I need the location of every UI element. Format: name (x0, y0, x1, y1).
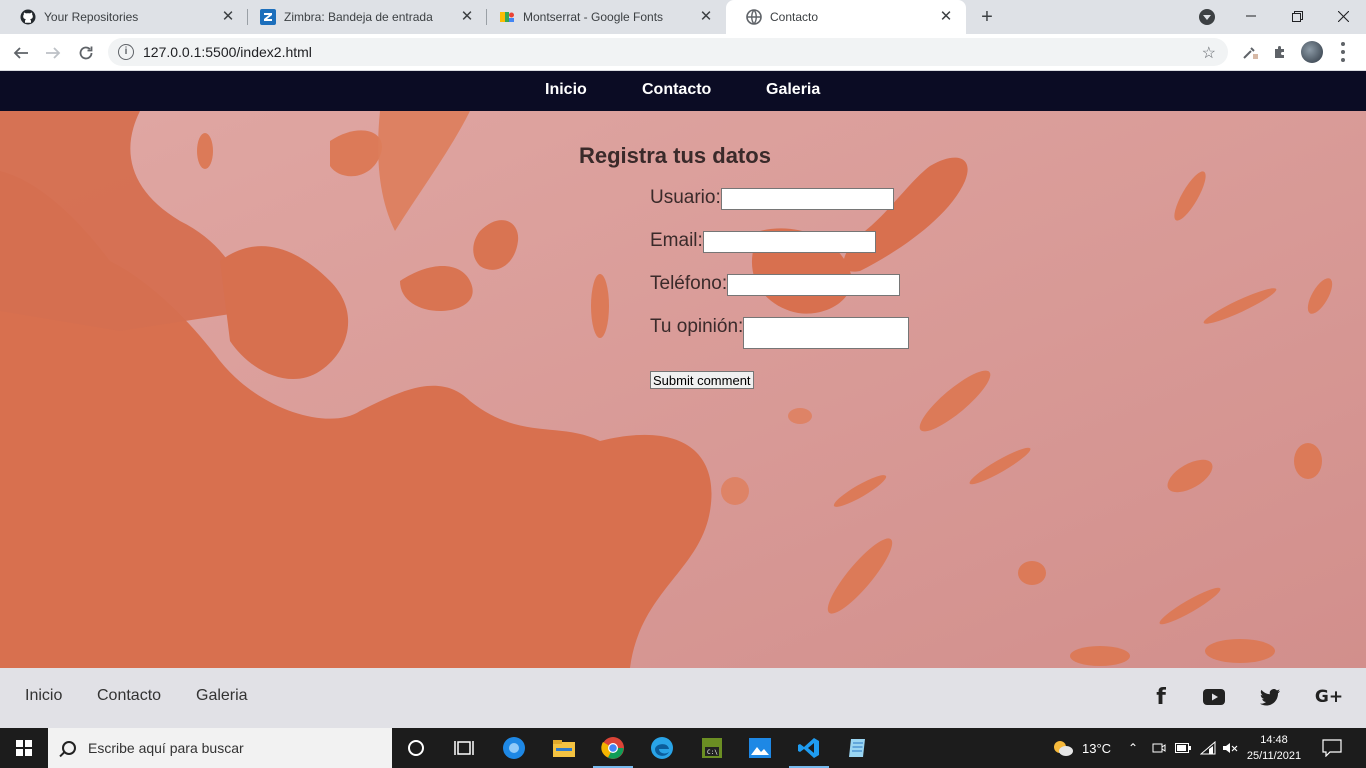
arrow-left-icon (13, 47, 28, 59)
back-button[interactable] (8, 40, 34, 66)
youtube-icon[interactable] (1202, 686, 1226, 708)
wifi-icon[interactable] (1200, 728, 1216, 768)
taskbar-search[interactable]: Escribe aquí para buscar (48, 728, 392, 768)
tab-close-icon[interactable]: ✕ (938, 9, 954, 25)
new-tab-button[interactable]: + (975, 6, 999, 28)
telefono-input[interactable] (727, 274, 901, 296)
site-info-icon[interactable]: i (118, 44, 134, 60)
opinion-textarea[interactable] (743, 317, 910, 349)
edge-icon[interactable] (638, 728, 686, 768)
tab-close-icon[interactable]: ✕ (220, 9, 236, 25)
url-text: 127.0.0.1:5500/index2.html (143, 44, 312, 60)
forward-button[interactable] (40, 40, 66, 66)
facebook-icon[interactable]: f (1152, 685, 1170, 710)
terminal-icon[interactable]: C:\ (688, 728, 736, 768)
svg-text:C:\: C:\ (707, 749, 718, 756)
hero-background: Registra tus datos Usuario: Email: Teléf… (0, 111, 1366, 668)
extensions-puzzle-icon[interactable] (1270, 42, 1290, 62)
github-icon (20, 9, 36, 25)
page-footer: Inicio Contacto Galeria f G+ (0, 668, 1366, 728)
email-label: Email: (650, 230, 703, 251)
googleplus-icon[interactable]: G+ (1314, 686, 1344, 708)
form-title: Registra tus datos (579, 143, 771, 168)
submit-comment-button[interactable]: Submit comment (650, 371, 754, 389)
tab-search-icon[interactable] (1199, 9, 1215, 25)
start-button[interactable] (0, 728, 48, 768)
chevron-up-icon[interactable]: ⌃ (1128, 728, 1138, 768)
nav-link-galeria[interactable]: Galeria (766, 81, 820, 99)
tab-title: Montserrat - Google Fonts (523, 10, 664, 24)
eyedropper-extension-icon[interactable] (1240, 42, 1260, 62)
address-bar[interactable]: i 127.0.0.1:5500/index2.html ☆ (108, 38, 1228, 66)
usuario-label: Usuario: (650, 187, 721, 208)
telefono-row: Teléfono: (650, 273, 901, 296)
opinion-label: Tu opinión: (650, 316, 744, 337)
browser-menu-icon[interactable] (1340, 42, 1346, 62)
web-page: Inicio Contacto Galeria Registra tus dat… (0, 71, 1366, 728)
notifications-icon[interactable] (1322, 728, 1342, 768)
footer-link-inicio[interactable]: Inicio (25, 687, 62, 705)
clock-time: 14:48 (1260, 734, 1288, 746)
cortana-icon[interactable] (392, 728, 440, 768)
email-row: Email: (650, 230, 876, 253)
profile-avatar[interactable] (1301, 41, 1323, 63)
browser-toolbar: i 127.0.0.1:5500/index2.html ☆ (0, 34, 1366, 71)
windows-logo-icon (16, 740, 32, 756)
close-window-button[interactable] (1320, 0, 1366, 32)
task-view-icon[interactable] (440, 728, 488, 768)
footer-link-contacto[interactable]: Contacto (97, 687, 161, 705)
nav-link-contacto[interactable]: Contacto (642, 81, 711, 99)
email-input[interactable] (702, 231, 876, 253)
windows-taskbar: Escribe aquí para buscar C:\ 13°C ⌃ 14:4… (0, 728, 1366, 768)
globe-icon (746, 9, 762, 25)
tab-close-icon[interactable]: ✕ (698, 9, 714, 25)
tab-your-repositories[interactable]: Your Repositories ✕ (0, 0, 248, 34)
usuario-row: Usuario: (650, 187, 894, 210)
tab-title: Your Repositories (44, 10, 139, 24)
chrome-taskbar-icon[interactable] (589, 728, 637, 768)
volume-mute-icon[interactable] (1222, 728, 1238, 768)
tab-contacto[interactable]: Contacto ✕ (726, 0, 966, 34)
footer-link-galeria[interactable]: Galeria (196, 687, 248, 705)
search-placeholder: Escribe aquí para buscar (88, 740, 244, 756)
twitter-icon[interactable] (1258, 686, 1282, 708)
arrow-right-icon (46, 47, 61, 59)
photos-icon[interactable] (736, 728, 784, 768)
reload-icon (79, 46, 93, 60)
vscode-icon[interactable] (785, 728, 833, 768)
system-clock[interactable]: 14:48 25/11/2021 (1244, 732, 1304, 764)
top-navigation: Inicio Contacto Galeria (0, 71, 1366, 111)
tab-title: Zimbra: Bandeja de entrada (284, 10, 433, 24)
tab-title: Contacto (770, 10, 819, 24)
meet-now-icon[interactable] (1152, 728, 1166, 768)
tab-zimbra[interactable]: Zimbra: Bandeja de entrada ✕ (240, 0, 487, 34)
nav-link-inicio[interactable]: Inicio (545, 81, 587, 99)
clock-date: 25/11/2021 (1246, 750, 1302, 762)
search-icon (62, 741, 76, 755)
google-fonts-icon (499, 9, 515, 25)
minimize-button[interactable] (1228, 0, 1274, 32)
opinion-row: Tu opinión: (650, 316, 910, 349)
weather-sun-cloud-icon (1054, 741, 1073, 756)
reload-button[interactable] (73, 40, 99, 66)
edge-beta-icon[interactable] (490, 728, 538, 768)
zimbra-icon (260, 9, 276, 25)
tab-google-fonts[interactable]: Montserrat - Google Fonts ✕ (479, 0, 726, 34)
restore-button[interactable] (1274, 0, 1320, 32)
tab-close-icon[interactable]: ✕ (459, 9, 475, 25)
notepad-icon[interactable] (834, 728, 882, 768)
weather-temperature: 13°C (1082, 740, 1112, 756)
usuario-input[interactable] (720, 188, 894, 210)
battery-icon[interactable] (1175, 728, 1191, 768)
bookmark-star-icon[interactable]: ☆ (1202, 43, 1216, 63)
telefono-label: Teléfono: (650, 273, 728, 294)
browser-tab-strip: Your Repositories ✕ Zimbra: Bandeja de e… (0, 0, 1366, 34)
file-explorer-icon[interactable] (540, 728, 588, 768)
weather-widget[interactable]: 13°C (1052, 728, 1111, 768)
